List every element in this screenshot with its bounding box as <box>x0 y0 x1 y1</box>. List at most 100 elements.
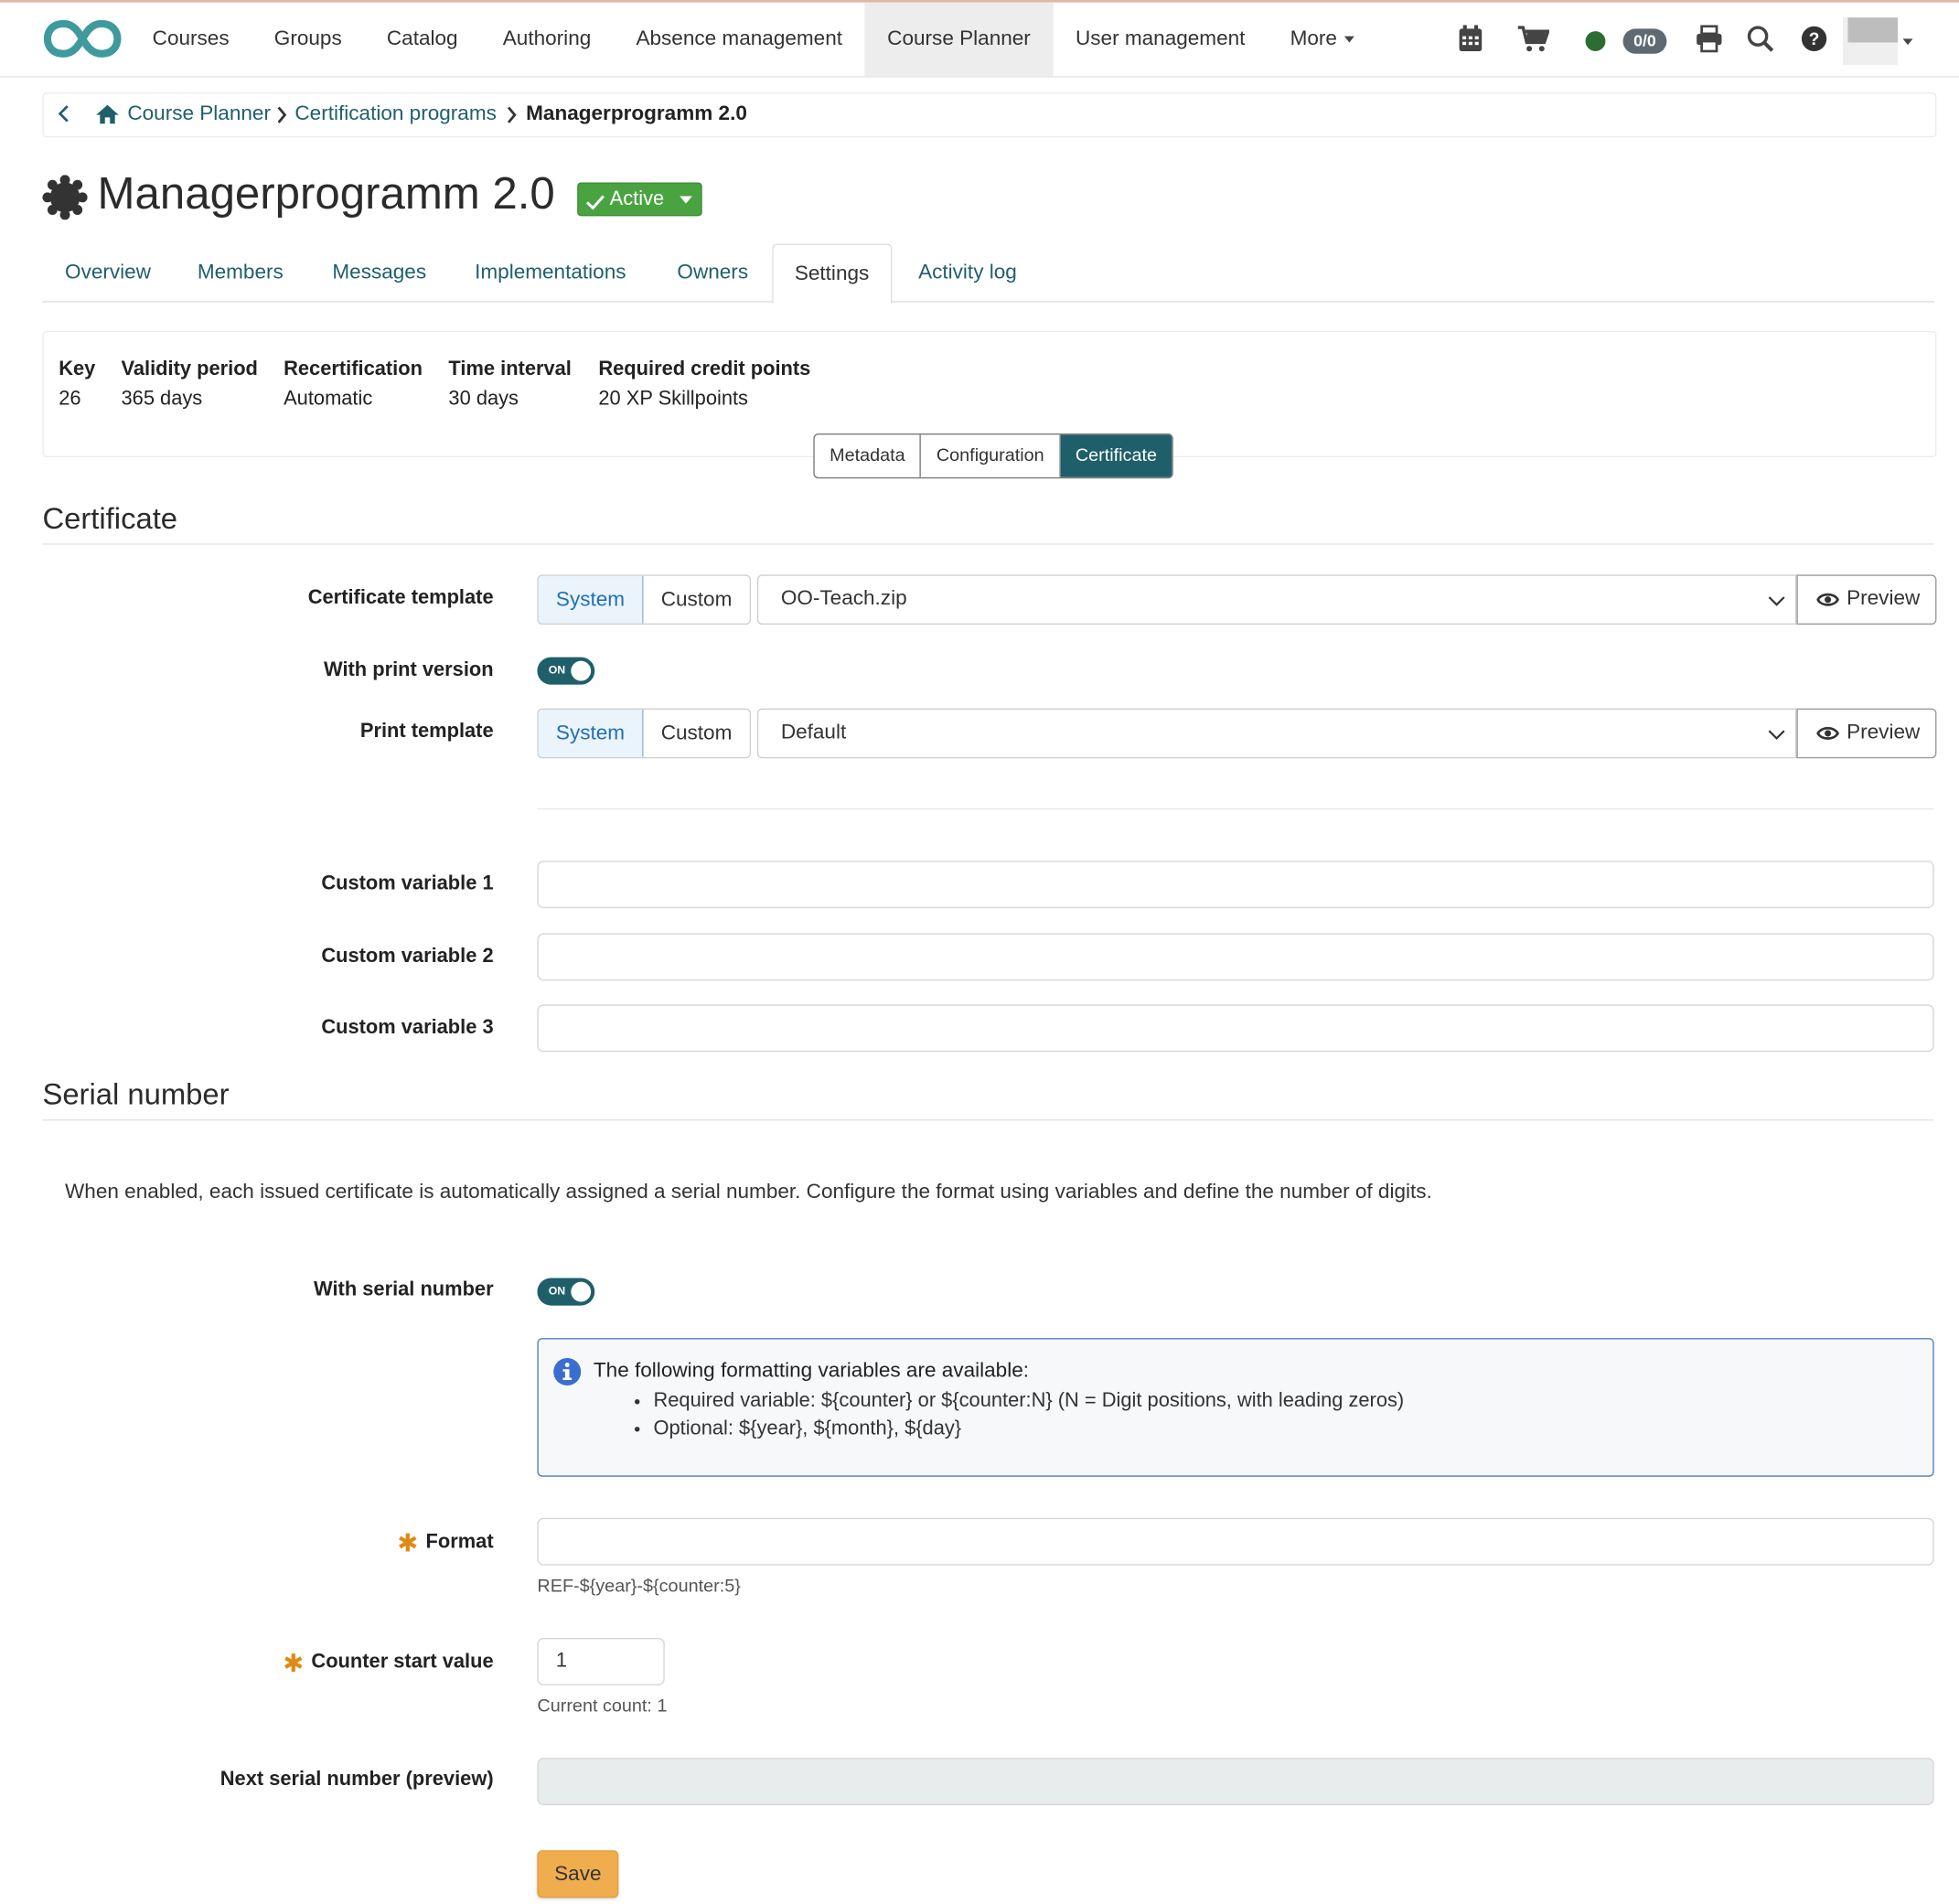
counter-start-label-text: Counter start value <box>311 1651 494 1674</box>
info-value: Automatic <box>284 388 373 411</box>
custom-variable-3-input[interactable] <box>537 1004 1934 1053</box>
tab-members[interactable]: Members <box>198 243 284 301</box>
info-required-credit-points: Required credit points 20 XP Skillpoints <box>598 358 810 411</box>
toggle-on-label: ON <box>548 1284 566 1298</box>
breadcrumb: Course Planner Certification programs Ma… <box>42 92 1937 138</box>
list-item: Required variable: ${counter} or ${count… <box>653 1390 1404 1413</box>
subtab-configuration[interactable]: Configuration <box>921 434 1061 477</box>
logo-icon[interactable] <box>43 17 122 66</box>
info-label: Time interval <box>448 358 572 380</box>
breadcrumb-certification-programs[interactable]: Certification programs <box>294 102 496 126</box>
breadcrumb-course-planner[interactable]: Course Planner <box>127 102 271 126</box>
cart-icon[interactable] <box>1516 25 1550 59</box>
info-time-interval: Time interval 30 days <box>448 358 571 411</box>
tab-messages[interactable]: Messages <box>332 243 426 301</box>
toggle-on-label: ON <box>548 663 566 677</box>
certificate-template-system-option[interactable]: System <box>538 575 644 624</box>
info-validity-period: Validity period 365 days <box>122 358 258 411</box>
nav-user-management[interactable]: User management <box>1053 3 1268 77</box>
current-count-text: Current count: 1 <box>537 1696 668 1717</box>
online-status-icon[interactable] <box>1585 31 1606 52</box>
print-version-toggle[interactable]: ON <box>537 657 595 685</box>
chevron-down-icon[interactable] <box>1902 38 1913 46</box>
custom-variable-1-label: Custom variable 1 <box>321 872 494 895</box>
format-help-text: REF-${year}-${counter:5} <box>537 1577 741 1597</box>
info-value: 20 XP Skillpoints <box>598 388 748 411</box>
nav-more[interactable]: More <box>1268 3 1377 77</box>
print-version-label: With print version <box>324 659 494 681</box>
counter-start-value-label: ✱ Counter start value <box>283 1648 493 1679</box>
help-icon[interactable]: ? <box>1801 25 1828 59</box>
info-title: The following formatting variables are a… <box>593 1359 1030 1382</box>
chevron-down-icon <box>1768 591 1785 614</box>
counter-start-value-input[interactable] <box>537 1637 665 1685</box>
print-template-preview-button[interactable]: Preview <box>1796 708 1937 759</box>
check-icon <box>586 190 605 221</box>
avatar[interactable] <box>1842 17 1899 66</box>
section-divider <box>42 1119 1934 1121</box>
home-icon[interactable] <box>95 103 120 131</box>
custom-variable-1-input[interactable] <box>537 861 1934 909</box>
custom-variable-2-label: Custom variable 2 <box>321 946 494 968</box>
print-template-select[interactable]: Default <box>756 708 1797 759</box>
info-value: 26 <box>59 388 81 411</box>
print-template-custom-option[interactable]: Custom <box>643 709 750 757</box>
info-icon <box>552 1357 583 1394</box>
chevron-down-icon <box>1768 724 1785 747</box>
certificate-template-value: OO-Teach.zip <box>780 587 907 610</box>
info-label: Validity period <box>121 358 258 380</box>
nav-absence-management[interactable]: Absence management <box>614 3 865 77</box>
status-dropdown-button[interactable]: Active <box>577 182 702 217</box>
toggle-knob <box>571 660 592 681</box>
print-template-label: Print template <box>359 721 494 743</box>
subtab-certificate[interactable]: Certificate <box>1060 434 1172 477</box>
calendar-icon[interactable] <box>1458 25 1483 59</box>
nav-more-label: More <box>1290 27 1337 50</box>
tab-owners[interactable]: Owners <box>677 243 748 301</box>
chevron-right-icon <box>506 106 517 130</box>
chevron-right-icon <box>276 106 287 130</box>
nav-authoring[interactable]: Authoring <box>480 3 614 77</box>
breadcrumb-current: Managerprogramm 2.0 <box>526 102 747 125</box>
certificate-template-source-toggle: System Custom <box>537 574 751 626</box>
print-icon[interactable] <box>1696 25 1723 59</box>
certificate-template-custom-option[interactable]: Custom <box>643 575 750 624</box>
notification-badge[interactable]: 0/0 <box>1622 28 1667 54</box>
page: Courses Groups Catalog Authoring Absence… <box>0 0 1959 1904</box>
tab-bar: Overview Members Messages Implementation… <box>42 243 1934 304</box>
print-template-system-option[interactable]: System <box>538 709 644 757</box>
avatar-image <box>1847 17 1899 43</box>
tab-settings[interactable]: Settings <box>772 243 892 304</box>
info-label: Key <box>59 358 96 380</box>
tab-overview[interactable]: Overview <box>65 243 151 301</box>
nav-groups[interactable]: Groups <box>252 3 364 77</box>
tab-activity-log[interactable]: Activity log <box>918 243 1017 301</box>
serial-number-description: When enabled, each issued certificate is… <box>65 1180 1432 1203</box>
format-label: ✱ Format <box>397 1528 493 1559</box>
info-key: Key 26 <box>59 358 95 411</box>
nav-course-planner[interactable]: Course Planner <box>864 2 1054 77</box>
nav-catalog[interactable]: Catalog <box>364 3 480 77</box>
certificate-template-select[interactable]: OO-Teach.zip <box>756 574 1797 626</box>
search-icon[interactable] <box>1747 25 1774 59</box>
certificate-badge-icon <box>42 175 88 226</box>
preview-label: Preview <box>1847 587 1921 610</box>
eye-icon <box>1816 724 1840 748</box>
custom-variable-2-input[interactable] <box>537 933 1934 981</box>
chevron-down-icon <box>680 196 692 204</box>
tab-implementations[interactable]: Implementations <box>475 243 626 301</box>
info-label: Required credit points <box>598 358 811 380</box>
serial-number-toggle[interactable]: ON <box>537 1278 595 1306</box>
save-button[interactable]: Save <box>537 1850 619 1899</box>
format-input[interactable] <box>537 1517 1934 1566</box>
back-icon[interactable] <box>56 103 70 130</box>
serial-number-heading: Serial number <box>42 1077 230 1112</box>
certificate-template-preview-button[interactable]: Preview <box>1796 574 1937 626</box>
next-serial-number-preview-field <box>537 1758 1934 1806</box>
next-serial-number-label: Next serial number (preview) <box>219 1769 494 1791</box>
nav-courses[interactable]: Courses <box>130 3 252 77</box>
main-nav: Courses Groups Catalog Authoring Absence… <box>130 2 1377 77</box>
custom-variable-3-label: Custom variable 3 <box>321 1017 494 1039</box>
subtab-metadata[interactable]: Metadata <box>815 434 922 477</box>
preview-label: Preview <box>1847 721 1921 743</box>
